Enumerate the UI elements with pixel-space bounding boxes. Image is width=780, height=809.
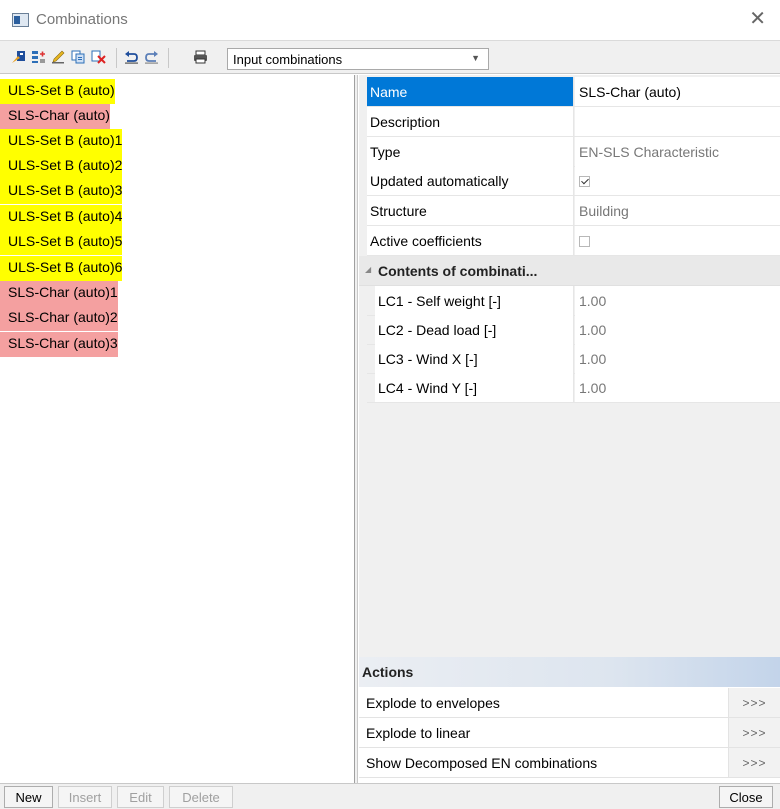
actions-header: Actions xyxy=(359,657,780,687)
property-value-name[interactable]: SLS-Char (auto) xyxy=(575,77,780,106)
property-value-type: EN-SLS Characteristic xyxy=(575,137,780,166)
toolbar-separator xyxy=(116,48,117,68)
property-value-description[interactable] xyxy=(575,107,780,136)
collapse-triangle-icon[interactable]: ◢ xyxy=(365,265,371,274)
property-label: Active coefficients xyxy=(367,226,574,255)
property-row-name[interactable]: Name SLS-Char (auto) xyxy=(367,77,780,107)
property-label: Description xyxy=(367,107,574,136)
print-icon[interactable] xyxy=(193,50,208,64)
property-value-updated xyxy=(575,166,780,195)
action-explode-linear[interactable]: Explode to linear >>> xyxy=(359,718,780,748)
property-row-type[interactable]: Type EN-SLS Characteristic xyxy=(367,137,780,167)
dropdown-value: Input combinations xyxy=(233,52,343,67)
property-label: Name xyxy=(367,77,574,106)
list-item[interactable]: SLS-Char (auto) xyxy=(0,104,110,129)
property-value-structure: Building xyxy=(575,196,780,225)
action-run-button[interactable]: >>> xyxy=(728,718,780,747)
property-value-lc3[interactable]: 1.00 xyxy=(575,344,780,373)
active-coefficients-checkbox[interactable] xyxy=(579,236,590,247)
redo-icon[interactable] xyxy=(144,50,159,64)
list-item[interactable]: ULS-Set B (auto) xyxy=(0,79,115,104)
property-row-lc2[interactable]: LC2 - Dead load [-] 1.00 xyxy=(367,315,780,345)
action-label: Show Decomposed EN combinations xyxy=(366,755,598,771)
toolbar-separator xyxy=(168,48,169,68)
list-item[interactable]: ULS-Set B (auto)3 xyxy=(0,179,123,204)
insert-button[interactable]: Insert xyxy=(58,786,112,808)
bottom-button-bar: New Insert Edit Delete Close xyxy=(0,783,780,809)
combinations-list[interactable]: ULS-Set B (auto) SLS-Char (auto) ULS-Set… xyxy=(0,75,355,783)
list-item[interactable]: SLS-Char (auto)1 xyxy=(0,281,118,306)
list-item[interactable]: ULS-Set B (auto)6 xyxy=(0,256,123,281)
category-contents[interactable]: ◢ Contents of combinati... xyxy=(359,256,780,286)
edit-icon[interactable] xyxy=(51,50,66,64)
new-button[interactable]: New xyxy=(4,786,53,808)
new-combination-icon[interactable] xyxy=(11,50,26,64)
toolbar: Input combinations ▼ xyxy=(0,40,780,74)
action-explode-envelopes[interactable]: Explode to envelopes >>> xyxy=(359,688,780,718)
property-grid: Name SLS-Char (auto) Description Type EN… xyxy=(359,75,780,657)
delete-button[interactable]: Delete xyxy=(169,786,233,808)
copy-icon[interactable] xyxy=(71,50,86,64)
category-label: Contents of combinati... xyxy=(378,263,538,279)
list-item[interactable]: ULS-Set B (auto)1 xyxy=(0,129,123,154)
list-item[interactable]: ULS-Set B (auto)2 xyxy=(0,154,123,179)
list-item[interactable]: SLS-Char (auto)3 xyxy=(0,332,118,357)
property-row-structure[interactable]: Structure Building xyxy=(367,196,780,226)
property-label: Structure xyxy=(367,196,574,225)
action-run-button[interactable]: >>> xyxy=(728,688,780,717)
property-grid-gutter xyxy=(359,75,367,402)
list-item[interactable]: SLS-Char (auto)2 xyxy=(0,306,118,331)
chevron-down-icon: ▼ xyxy=(471,53,480,63)
insert-icon[interactable] xyxy=(31,50,46,64)
window-app-icon xyxy=(12,13,29,27)
pane-splitter[interactable] xyxy=(355,75,358,783)
property-row-description[interactable]: Description xyxy=(367,107,780,137)
title-bar: Combinations ✕ xyxy=(0,0,780,40)
actions-panel: Actions Explode to envelopes >>> Explode… xyxy=(359,657,780,783)
property-row-lc3[interactable]: LC3 - Wind X [-] 1.00 xyxy=(367,344,780,374)
property-label: LC1 - Self weight [-] xyxy=(375,286,574,315)
updated-automatically-checkbox[interactable] xyxy=(579,176,590,187)
property-row-updated[interactable]: Updated automatically xyxy=(367,166,780,196)
edit-button[interactable]: Edit xyxy=(117,786,164,808)
property-row-active-coefficients[interactable]: Active coefficients xyxy=(367,226,780,256)
property-value-lc2[interactable]: 1.00 xyxy=(575,315,780,344)
close-button[interactable]: Close xyxy=(719,786,773,808)
window-title: Combinations xyxy=(36,11,128,28)
undo-icon[interactable] xyxy=(124,50,139,64)
property-label: LC3 - Wind X [-] xyxy=(375,344,574,373)
property-label: LC4 - Wind Y [-] xyxy=(375,373,574,402)
action-show-decomposed[interactable]: Show Decomposed EN combinations >>> xyxy=(359,748,780,778)
property-row-lc1[interactable]: LC1 - Self weight [-] 1.00 xyxy=(367,286,780,316)
combination-view-dropdown[interactable]: Input combinations ▼ xyxy=(227,48,489,70)
property-value-active-coefficients xyxy=(575,226,780,255)
property-value-lc1[interactable]: 1.00 xyxy=(575,286,780,315)
list-item[interactable]: ULS-Set B (auto)4 xyxy=(0,205,123,230)
property-label: Updated automatically xyxy=(367,166,574,195)
action-label: Explode to envelopes xyxy=(366,695,500,711)
list-item[interactable]: ULS-Set B (auto)5 xyxy=(0,230,123,255)
delete-icon[interactable] xyxy=(91,50,106,64)
action-run-button[interactable]: >>> xyxy=(728,748,780,777)
action-label: Explode to linear xyxy=(366,725,471,741)
property-label: Type xyxy=(367,137,574,166)
close-icon[interactable]: ✕ xyxy=(749,8,766,28)
property-value-lc4[interactable]: 1.00 xyxy=(575,373,780,402)
property-row-lc4[interactable]: LC4 - Wind Y [-] 1.00 xyxy=(367,373,780,403)
property-label: LC2 - Dead load [-] xyxy=(375,315,574,344)
